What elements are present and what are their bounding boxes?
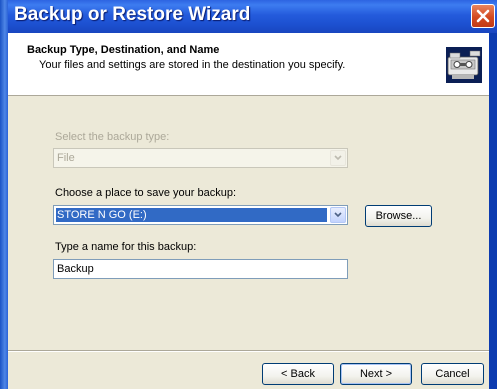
header-title: Backup Type, Destination, and Name (27, 44, 220, 56)
destination-label: Choose a place to save your backup: (55, 187, 237, 199)
close-icon (476, 9, 490, 23)
backup-type-select: File (53, 148, 348, 168)
header-subtitle: Your files and settings are stored in th… (39, 59, 346, 71)
close-button[interactable] (471, 4, 495, 28)
window-left-border (0, 0, 8, 389)
wizard-window: Backup or Restore Wizard Backup Type, De… (0, 0, 497, 389)
backup-type-value: File (57, 152, 75, 164)
destination-value: STORE N GO (E:) (57, 209, 147, 221)
chevron-down-icon (334, 155, 342, 161)
destination-selection-highlight: STORE N GO (E:) (56, 208, 327, 222)
next-button[interactable]: Next > (340, 363, 412, 385)
browse-button[interactable]: Browse... (365, 205, 432, 227)
wizard-header: Backup Type, Destination, and Name Your … (8, 33, 489, 96)
backup-name-input[interactable]: Backup (53, 259, 348, 279)
title-bar[interactable]: Backup or Restore Wizard (8, 0, 497, 33)
window-title: Backup or Restore Wizard (14, 4, 251, 25)
chevron-down-icon (334, 212, 342, 218)
window-right-border (489, 33, 497, 389)
backup-tape-icon (446, 47, 482, 83)
backup-name-label: Type a name for this backup: (55, 241, 197, 253)
back-button[interactable]: < Back (262, 363, 334, 385)
backup-type-dropdown-button (330, 150, 346, 166)
destination-select[interactable]: STORE N GO (E:) (53, 205, 348, 225)
destination-dropdown-button[interactable] (330, 207, 346, 223)
cancel-button[interactable]: Cancel (421, 363, 484, 385)
footer-separator (8, 350, 489, 352)
backup-type-label: Select the backup type: (55, 131, 170, 143)
backup-name-value: Backup (57, 263, 94, 275)
